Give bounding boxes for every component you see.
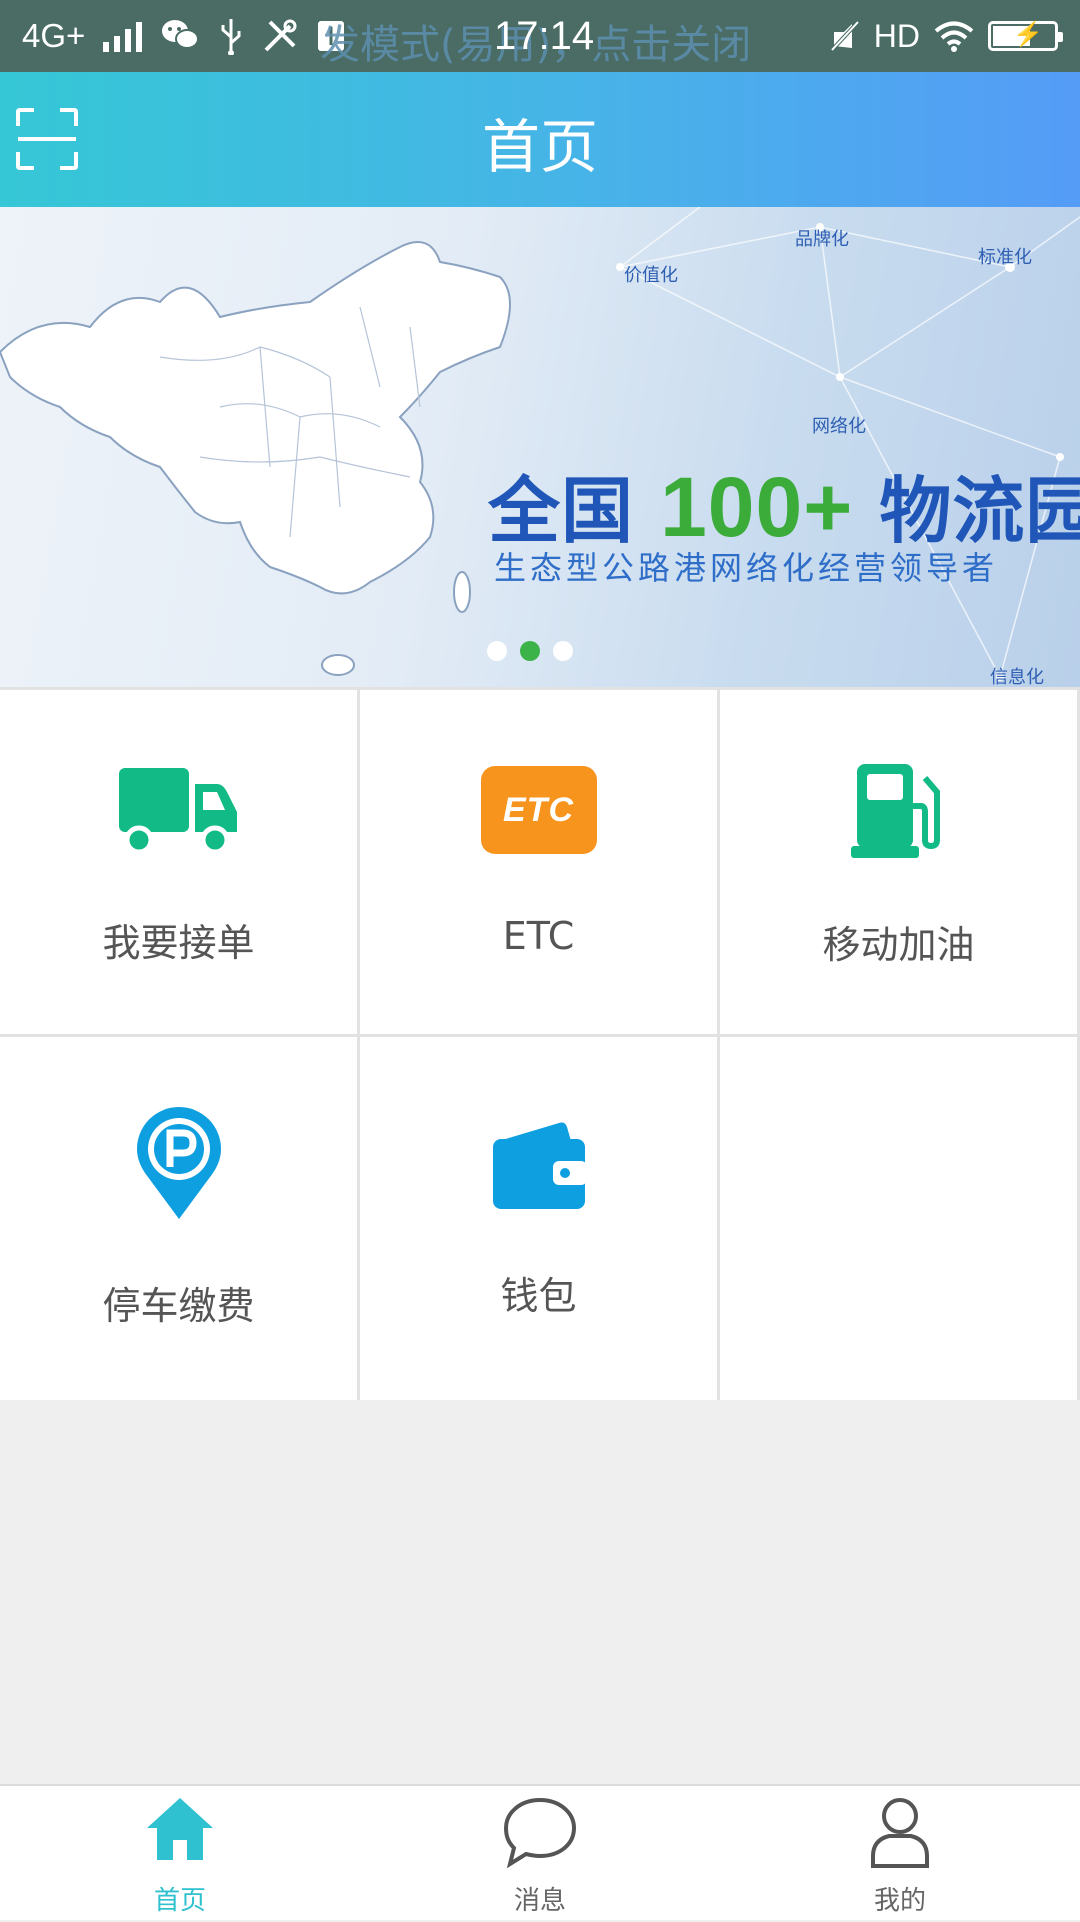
carousel-dot[interactable] <box>487 641 507 661</box>
service-empty-slot <box>720 1037 1077 1400</box>
banner-slogan: 全国 100+ 物流园 <box>488 452 1080 557</box>
slogan-suffix: 物流园 <box>853 469 1080 553</box>
service-label: 我要接单 <box>102 921 255 965</box>
fuel-pump-icon <box>850 764 940 858</box>
service-mobile-fuel[interactable]: 移动加油 <box>720 690 1077 1034</box>
clock: 17:14 <box>494 14 595 58</box>
service-take-order[interactable]: 我要接单 <box>0 690 357 1034</box>
carousel-dot-active[interactable] <box>520 641 540 661</box>
page-title: 首页 <box>481 113 598 181</box>
etc-icon: ETC <box>480 766 597 854</box>
nav-label: 我的 <box>873 1886 926 1916</box>
carousel-dot[interactable] <box>553 641 573 661</box>
usb-icon <box>221 19 241 55</box>
service-label: 钱包 <box>500 1274 577 1318</box>
banner-tag: 标准化 <box>978 247 1032 268</box>
service-parking-pay[interactable]: 停车缴费 <box>0 1037 357 1400</box>
service-label: 停车缴费 <box>102 1284 255 1328</box>
status-right: HD ⚡ <box>830 0 1063 72</box>
network-type: 4G+ <box>22 17 86 54</box>
bottom-navigation: 首页 消息 我的 <box>0 1784 1080 1920</box>
nav-label: 首页 <box>153 1886 206 1916</box>
service-label: 移动加油 <box>822 923 975 967</box>
nav-home[interactable]: 首页 <box>0 1786 360 1922</box>
truck-icon <box>118 768 237 855</box>
banner-tag: 信息化 <box>990 667 1044 687</box>
service-wallet[interactable]: 钱包 <box>360 1037 717 1400</box>
wechat-icon <box>162 20 200 49</box>
service-etc[interactable]: ETC ETC <box>360 690 717 1034</box>
slogan-highlight: 100+ <box>660 460 854 554</box>
carousel-indicator[interactable] <box>487 641 573 661</box>
nav-messages[interactable]: 消息 <box>360 1786 720 1922</box>
banner-tag: 价值化 <box>624 265 678 286</box>
home-icon <box>147 1798 213 1860</box>
banner-tag: 品牌化 <box>795 229 849 250</box>
signal-icon <box>103 20 143 52</box>
hd-indicator: HD <box>873 17 920 54</box>
service-grid: 我要接单 ETC ETC 移动加油 停车缴费 钱包 <box>0 687 1080 1400</box>
china-map-graphic <box>0 241 511 676</box>
promo-banner[interactable]: 品牌化 价值化 标准化 网络化 信息化 全国 100+ 物流园 生态型公路港网络… <box>0 207 1080 687</box>
status-bar: 4G+ 发模式(易用)，点击关闭 17:14 HD ⚡ <box>0 0 1080 72</box>
nav-label: 消息 <box>513 1886 566 1916</box>
status-left: 4G+ <box>22 0 346 72</box>
parking-pin-icon <box>136 1107 221 1219</box>
mute-icon <box>830 20 860 52</box>
user-icon <box>871 1798 929 1868</box>
banner-subslogan: 生态型公路港网络化经营领导者 <box>494 549 999 587</box>
slogan-prefix: 全国 <box>488 469 661 553</box>
nav-profile[interactable]: 我的 <box>720 1786 1080 1922</box>
wifi-icon <box>934 21 974 52</box>
tools-icon <box>264 19 297 52</box>
service-label: ETC <box>502 914 575 958</box>
banner-tag: 网络化 <box>812 416 866 437</box>
battery-icon: ⚡ <box>988 21 1063 51</box>
etc-icon-text: ETC <box>503 790 574 829</box>
app-header: 首页 <box>0 72 1080 207</box>
wallet-icon <box>492 1122 587 1209</box>
banner-network-graphic <box>0 207 1080 681</box>
chat-bubble-icon <box>503 1797 577 1868</box>
